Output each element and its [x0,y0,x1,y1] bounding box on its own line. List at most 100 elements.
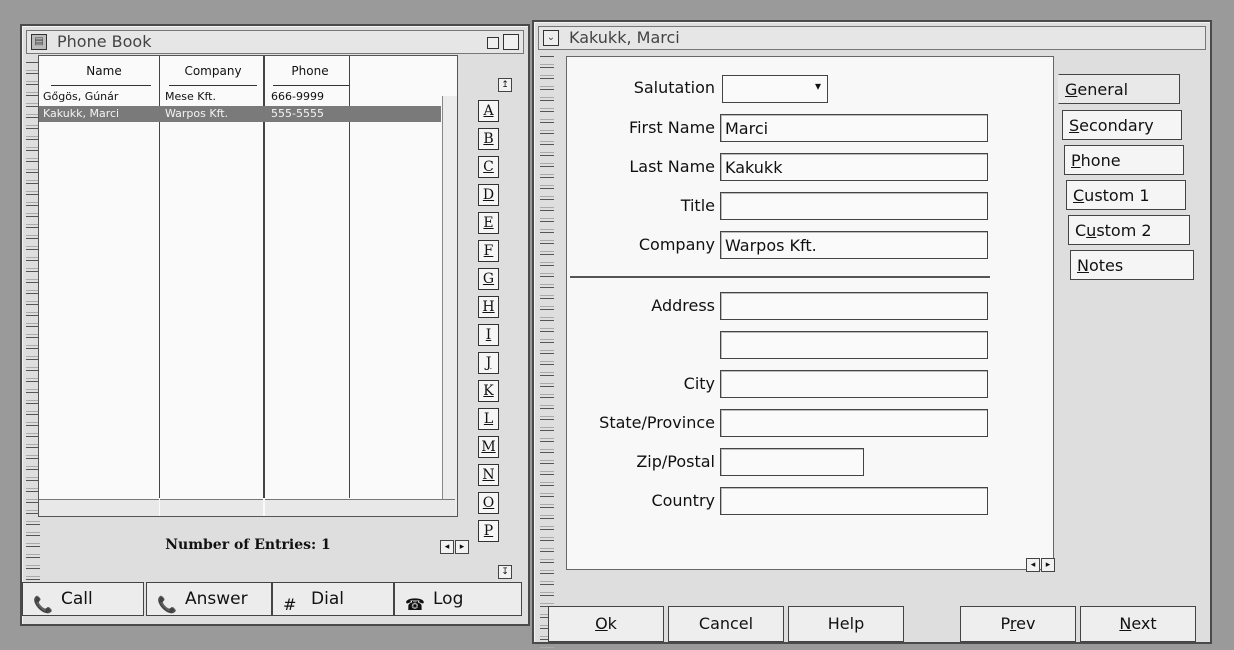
phone-book-titlebar[interactable]: ▤ Phone Book [26,30,524,54]
keypad-icon: # [283,595,297,614]
cell-name: Kakukk, Marci [43,107,120,120]
cell-company: Mese Kft. [165,90,216,103]
tab-letter-i[interactable]: I [478,324,499,346]
phone-handset-icon: 📞 [33,595,53,614]
tab-letter-f[interactable]: F [478,240,499,262]
tab-letter-o[interactable]: O [478,492,499,514]
header-underline [273,85,349,86]
company-column-scrollbar[interactable] [160,499,263,516]
tab-letter-b[interactable]: B [478,128,499,150]
detail-title: Kakukk, Marci [569,28,680,47]
state-field[interactable] [720,409,988,437]
ok-mnemonic: O [595,614,608,633]
tab-letter-e[interactable]: E [478,212,499,234]
city-field[interactable] [720,370,988,398]
next-label: ext [1131,614,1157,633]
tab-phone[interactable]: Phone [1064,145,1184,175]
last-name-label: Last Name [629,157,715,176]
first-name-field[interactable]: Marci [720,114,988,142]
salutation-dropdown[interactable]: ▾ [722,75,828,103]
detail-titlebar[interactable]: ⌄ Kakukk, Marci [538,26,1206,50]
tab-notes-label: otes [1088,256,1124,275]
zip-field[interactable] [720,448,864,476]
table-row-selected[interactable]: Kakukk, Marci Warpos Kft. 555-5555 [39,106,441,122]
column-separator [159,56,160,498]
tab-custom-2-mnemonic: u [1086,221,1097,240]
phone-book-title: Phone Book [57,32,152,51]
page-back-button[interactable]: ◂ [440,540,454,554]
column-header-company[interactable]: Company [163,64,263,78]
tab-letter-a[interactable]: A [478,100,499,122]
column-header-name[interactable]: Name [59,64,149,78]
column-separator [349,56,350,498]
next-mnemonic: N [1119,614,1132,633]
tab-letter-d[interactable]: D [478,184,499,206]
help-button[interactable]: Help [788,606,904,642]
table-row[interactable]: Gőgös, Gúnár Mese Kft. 666-9999 [39,89,457,105]
tab-custom-1-label: ustom 1 [1084,186,1150,205]
first-name-label: First Name [629,118,715,137]
name-column-scrollbar[interactable] [39,499,159,516]
city-label: City [683,374,715,393]
tab-letter-h[interactable]: H [478,296,499,318]
prev-prefix: P [1000,614,1010,633]
tab-letter-m[interactable]: M [478,436,499,458]
tab-letter-p[interactable]: P [478,520,499,542]
tab-letter-g[interactable]: G [478,268,499,290]
title-field[interactable] [720,192,988,220]
cell-phone: 555-5555 [271,107,324,120]
log-button[interactable]: ☎ Log [394,582,522,616]
ok-label: k [607,614,617,633]
tab-letter-n[interactable]: N [478,464,499,486]
maximize-button[interactable] [503,34,519,50]
tab-letter-l[interactable]: L [478,408,499,430]
tab-custom-1[interactable]: Custom 1 [1066,180,1186,210]
country-field[interactable] [720,487,988,515]
page-forward-button[interactable]: ▸ [455,540,469,554]
log-icon: ☎ [405,595,425,614]
contact-list-panel: Name Company Phone Gőgös, Gúnár Mese Kft… [38,55,458,517]
address-line2-field[interactable] [720,331,988,359]
company-field[interactable]: Warpos Kft. [720,231,988,259]
call-button[interactable]: 📞 Call [22,582,144,616]
form-divider [570,276,990,278]
zip-label: Zip/Postal [636,452,715,471]
call-label: Call [61,589,93,609]
tab-custom-2[interactable]: Custom 2 [1068,215,1190,245]
tab-general-mnemonic: G [1065,80,1078,99]
column-header-phone[interactable]: Phone [275,64,345,78]
tab-letter-j[interactable]: J [478,352,499,374]
tab-letter-c[interactable]: C [478,156,499,178]
tab-letter-k[interactable]: K [478,380,499,402]
minimize-button[interactable] [487,37,499,49]
cell-name: Gőgös, Gúnár [43,90,119,103]
page-forward-button[interactable]: ▸ [1041,558,1055,572]
help-label: Help [827,614,865,633]
page-back-button[interactable]: ◂ [1026,558,1040,572]
cancel-button[interactable]: Cancel [668,606,784,642]
last-name-field[interactable]: Kakukk [720,153,988,181]
answer-label: Answer [185,589,248,609]
address-line1-field[interactable] [720,292,988,320]
tab-secondary[interactable]: Secondary [1062,110,1182,140]
list-vertical-scrollbar[interactable] [442,96,457,516]
tab-general[interactable]: General [1058,74,1180,104]
title-label: Title [680,196,715,215]
prev-button[interactable]: Prev [960,606,1076,642]
system-menu-icon[interactable]: ⌄ [543,30,559,46]
answer-button[interactable]: 📞 Answer [146,582,272,616]
dial-button[interactable]: # Dial [272,582,394,616]
scroll-down-button[interactable]: ↧ [498,565,512,579]
tab-custom-2-prefix: C [1075,221,1087,240]
cancel-label: Cancel [698,614,754,633]
system-menu-icon[interactable]: ▤ [31,34,47,50]
country-label: Country [651,491,715,510]
scroll-up-button[interactable]: ↥ [498,78,512,92]
tab-notes[interactable]: Notes [1070,250,1194,280]
tab-general-label: eneral [1077,80,1129,99]
tab-phone-mnemonic: P [1071,151,1081,170]
next-button[interactable]: Next [1080,606,1196,642]
phone-column-scrollbar[interactable] [265,499,455,516]
company-label: Company [638,235,715,254]
ok-button[interactable]: Ok [548,606,664,642]
